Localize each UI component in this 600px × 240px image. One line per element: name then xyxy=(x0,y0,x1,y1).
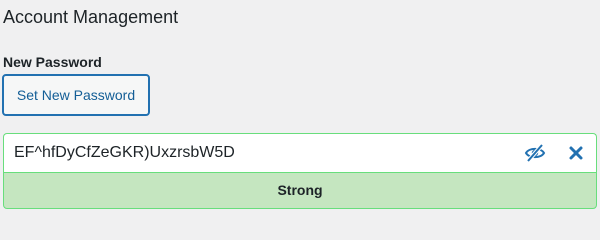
section-title: Account Management xyxy=(3,7,179,27)
new-password-label: New Password xyxy=(3,54,102,70)
hide-password-button[interactable] xyxy=(523,142,547,164)
password-input-row xyxy=(3,133,597,172)
cancel-password-button[interactable] xyxy=(566,143,586,163)
set-new-password-button[interactable]: Set New Password xyxy=(2,74,150,116)
password-input[interactable] xyxy=(4,134,504,172)
password-strength-indicator: Strong xyxy=(3,172,597,209)
password-wrapper: Strong xyxy=(3,133,597,209)
account-management-page: Account Management New Password Set New … xyxy=(0,0,600,222)
eye-slash-icon xyxy=(524,143,546,163)
close-icon xyxy=(569,146,583,160)
